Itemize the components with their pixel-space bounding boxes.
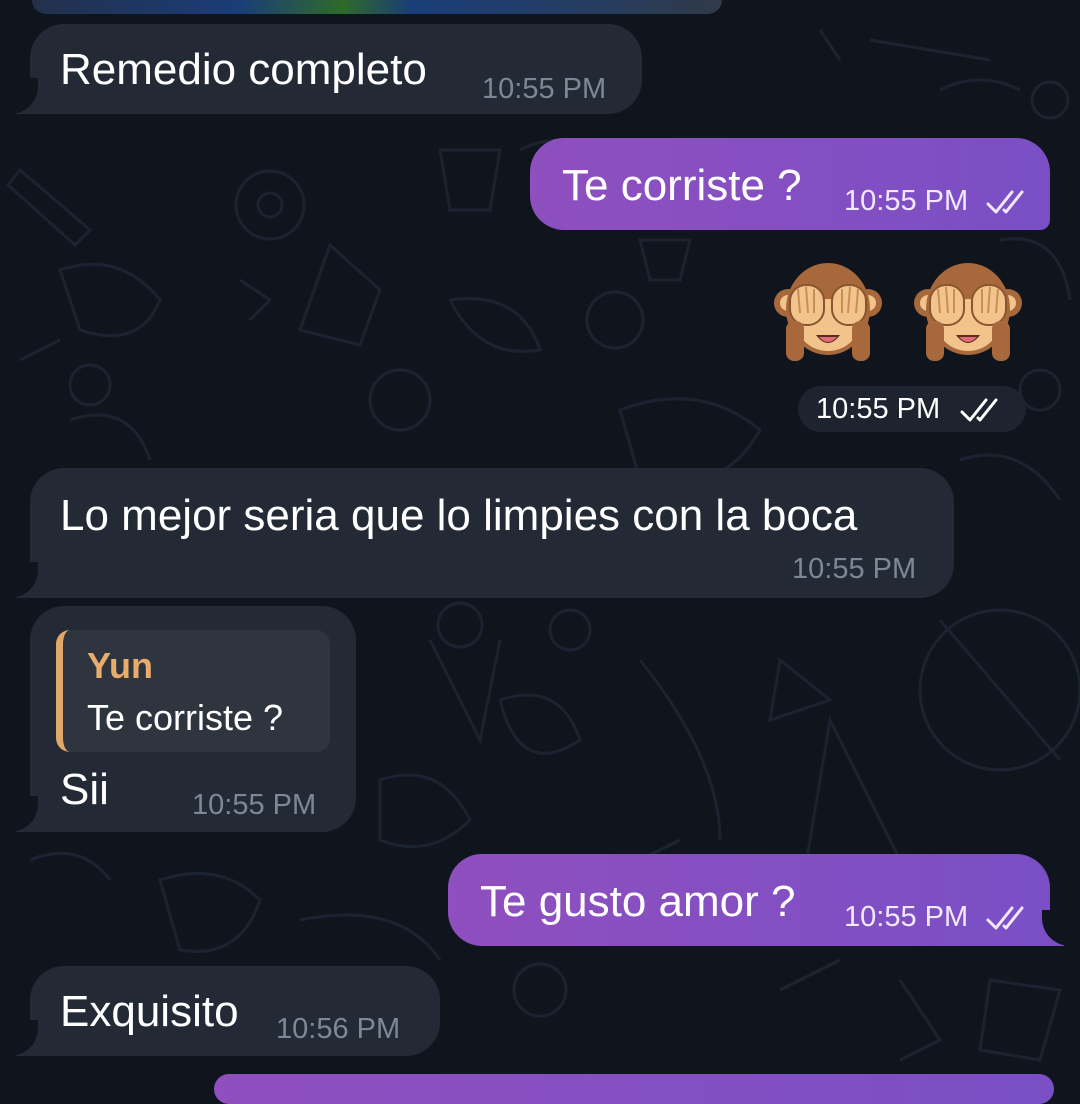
reply-quoted-text: Te corriste ? [87, 697, 284, 738]
message-text: Lo mejor seria que lo limpies con la boc… [60, 491, 858, 540]
message-time: 10:55 PM [844, 901, 969, 933]
message-text: Sii [60, 765, 109, 814]
emoji-time-pill: 10:55 PM [798, 386, 1026, 432]
message-time: 10:55 PM [792, 553, 917, 585]
next-outgoing-message[interactable] [214, 1074, 1054, 1104]
message-time: 10:56 PM [276, 1013, 401, 1045]
bubble-tail [10, 562, 38, 598]
message-time: 10:55 PM [192, 789, 317, 821]
bubble-tail [10, 796, 38, 832]
reply-quote[interactable]: Yun Te corriste ? [56, 630, 330, 752]
message-text: Te corriste ? [562, 161, 802, 210]
reply-sender-name: Yun [87, 645, 154, 686]
emoji-message[interactable] [772, 255, 1034, 373]
outgoing-message-bubble[interactable]: Te corriste ? 10:55 PM [530, 138, 1050, 230]
see-no-evil-monkey-icon [914, 263, 1022, 361]
see-no-evil-monkey-icon [774, 263, 882, 361]
message-text: Te gusto amor ? [480, 877, 796, 926]
message-time: 10:55 PM [482, 73, 607, 105]
incoming-message-bubble[interactable]: Lo mejor seria que lo limpies con la boc… [30, 468, 954, 598]
outgoing-message-bubble[interactable]: Te gusto amor ? 10:55 PM [448, 854, 1050, 946]
incoming-message-bubble[interactable]: Exquisito 10:56 PM [30, 966, 440, 1056]
incoming-reply-bubble[interactable]: Yun Te corriste ? Sii 10:55 PM [30, 606, 356, 832]
message-text: Exquisito [60, 987, 239, 1036]
message-time: 10:55 PM [816, 393, 941, 425]
incoming-message-bubble[interactable]: Remedio completo 10:55 PM [30, 24, 642, 114]
double-check-icon [986, 906, 1024, 930]
bubble-tail [10, 1020, 38, 1056]
bubble-tail [10, 78, 38, 114]
double-check-icon [986, 190, 1024, 214]
double-check-icon [960, 398, 998, 422]
message-text: Remedio completo [60, 45, 427, 94]
message-time: 10:55 PM [844, 185, 969, 217]
bubble-tail [1042, 910, 1070, 946]
previous-media-message[interactable] [32, 0, 722, 14]
